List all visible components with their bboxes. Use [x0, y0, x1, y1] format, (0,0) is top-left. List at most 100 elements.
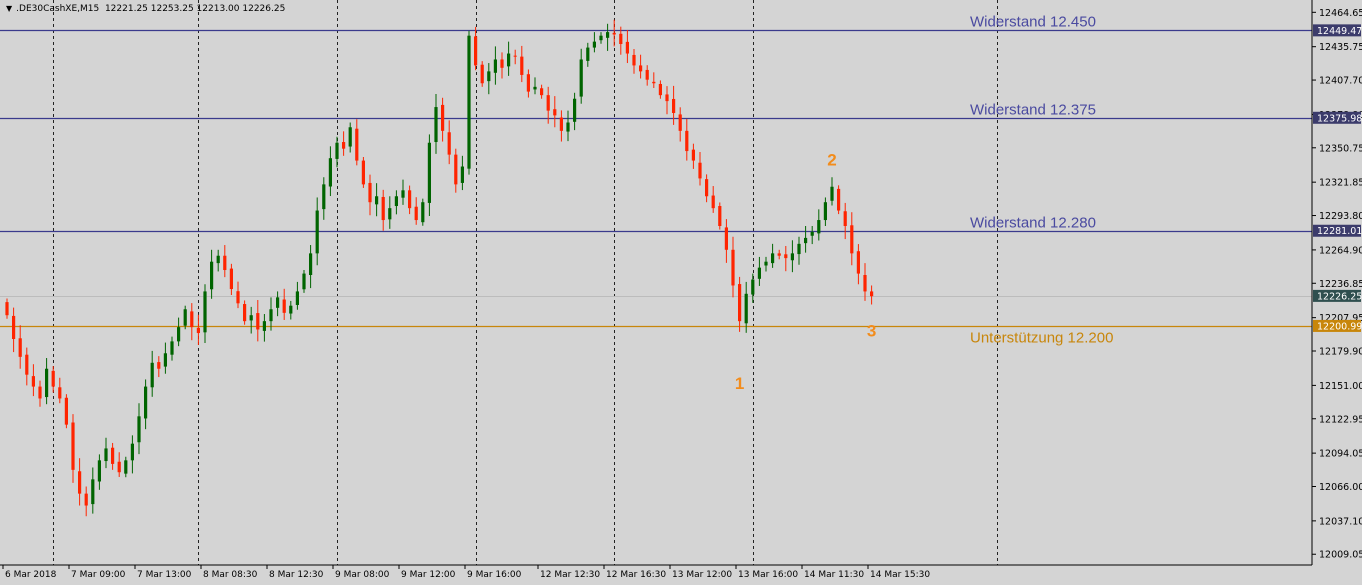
- candle-body: [335, 142, 339, 159]
- bear-candle[interactable]: [361, 157, 365, 188]
- time-tick-label: 12 Mar 16:30: [606, 570, 666, 580]
- candle-body: [460, 166, 464, 183]
- bear-candle[interactable]: [64, 394, 68, 429]
- time-tick-label: 12 Mar 12:30: [540, 570, 600, 580]
- candle-body: [97, 460, 101, 482]
- candle-body: [45, 368, 49, 398]
- resistance-label: Widerstand 12.280: [970, 215, 1096, 232]
- candle-body: [790, 253, 794, 261]
- candle-body: [51, 370, 55, 387]
- candle-body: [513, 55, 517, 57]
- candle-body: [150, 362, 154, 388]
- candle-body: [619, 33, 623, 45]
- candle-body: [665, 94, 669, 102]
- candle-body: [295, 291, 299, 305]
- candle-body: [771, 253, 775, 264]
- price-tick-label: 12179.90: [1319, 347, 1362, 358]
- bear-candle[interactable]: [837, 185, 841, 215]
- candle-body: [355, 128, 359, 161]
- price-tick-label: 12264.90: [1319, 245, 1362, 256]
- candle-body: [361, 160, 365, 185]
- candle-body: [203, 291, 207, 333]
- candle-body: [817, 220, 821, 234]
- candle-body: [863, 275, 867, 292]
- candle-body: [480, 64, 484, 84]
- candle-body: [262, 321, 266, 331]
- candle-body: [381, 196, 385, 221]
- candle-body: [685, 130, 689, 152]
- candle-body: [64, 397, 68, 425]
- candle-body: [243, 304, 247, 322]
- candle-body: [559, 117, 563, 131]
- candle-body: [434, 107, 438, 143]
- price-tick-label: 12037.10: [1319, 516, 1362, 527]
- candle-body: [804, 237, 808, 244]
- price-tag-label: 12281.01: [1317, 226, 1362, 237]
- candle-body: [427, 142, 431, 203]
- chart-window[interactable]: Widerstand 12.450 Widerstand 12.375 Widers…: [0, 0, 1362, 585]
- candle-body: [830, 186, 834, 201]
- candle-body: [579, 59, 583, 97]
- resistance-label: Widerstand 12.375: [970, 102, 1096, 119]
- candle-body: [526, 74, 530, 92]
- candle-body: [738, 284, 742, 322]
- time-tick-label: 6 Mar 2018: [5, 570, 57, 580]
- candle-body: [408, 190, 412, 209]
- bear-candle[interactable]: [243, 300, 247, 325]
- candle-body: [823, 202, 827, 221]
- candle-body: [606, 32, 610, 38]
- candle-body: [645, 69, 649, 80]
- time-tick-label: 9 Mar 16:00: [467, 570, 522, 580]
- time-tick-label: 7 Mar 13:00: [137, 570, 192, 580]
- price-tick-label: 12009.05: [1319, 550, 1362, 561]
- candle-body: [91, 479, 95, 505]
- candle-body: [744, 293, 748, 324]
- candle-body: [124, 460, 128, 474]
- candle-body: [111, 447, 115, 464]
- candle-body: [84, 493, 88, 506]
- candle-body: [229, 268, 233, 290]
- price-tick-label: 12122.95: [1319, 414, 1362, 425]
- time-tick-label: 8 Mar 08:30: [203, 570, 258, 580]
- wave-marker: 3: [867, 322, 876, 341]
- bull-candle[interactable]: [467, 30, 471, 175]
- candle-body: [177, 327, 181, 342]
- candle-body: [25, 354, 29, 375]
- candle-body: [58, 387, 62, 399]
- candle-body: [751, 279, 755, 295]
- candle-body: [447, 132, 451, 155]
- dropdown-triangle-icon[interactable]: ▼: [6, 4, 12, 13]
- candle-body: [870, 291, 874, 297]
- candle-body: [256, 313, 260, 330]
- candle-body: [328, 158, 332, 187]
- candle-body: [731, 249, 735, 286]
- candle-body: [474, 36, 478, 66]
- candle-body: [210, 261, 214, 290]
- candle-body: [612, 32, 616, 35]
- candle-body: [170, 341, 174, 355]
- price-tag-label: 12375.98: [1317, 113, 1362, 124]
- price-tick-label: 12350.75: [1319, 143, 1362, 154]
- bear-candle[interactable]: [480, 61, 484, 87]
- candle-body: [289, 305, 293, 314]
- candle-body: [216, 255, 220, 264]
- candle-body: [454, 154, 458, 185]
- price-tag-label: 12200.99: [1317, 321, 1362, 332]
- price-tick-label: 12407.70: [1319, 76, 1362, 87]
- candle-body: [533, 86, 537, 90]
- candle-body: [157, 362, 161, 369]
- candle-body: [117, 461, 121, 473]
- candle-body: [342, 142, 346, 149]
- candle-body: [843, 211, 847, 226]
- candle-body: [500, 59, 504, 68]
- time-tick-label: 8 Mar 12:30: [269, 570, 324, 580]
- candle-body: [520, 56, 524, 75]
- bear-candle[interactable]: [718, 202, 722, 230]
- price-chart[interactable]: Widerstand 12.450 Widerstand 12.375 Widers…: [0, 0, 1362, 585]
- time-tick-label: 9 Mar 08:00: [335, 570, 390, 580]
- candle-body: [282, 299, 286, 313]
- bull-candle[interactable]: [421, 198, 425, 226]
- price-tick-label: 12293.80: [1319, 211, 1362, 222]
- candle-body: [856, 251, 860, 274]
- candle-body: [678, 114, 682, 131]
